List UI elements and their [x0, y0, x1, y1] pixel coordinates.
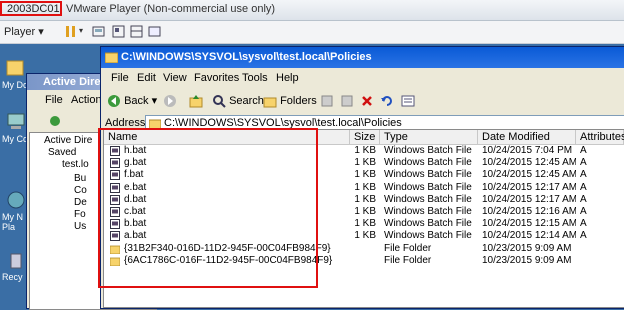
undo-icon[interactable]	[380, 95, 393, 107]
search-button[interactable]: Search	[213, 91, 264, 111]
tree-item[interactable]: Us	[74, 221, 86, 233]
delete-icon[interactable]	[361, 95, 373, 107]
back-label: Back	[124, 95, 149, 107]
column-size[interactable]: Size	[350, 130, 380, 144]
folder-icon	[105, 52, 118, 63]
forward-icon[interactable]	[163, 94, 177, 108]
file-attributes: A	[580, 218, 587, 230]
explorer-menu-bar: File Edit View Favorites Tools Help	[101, 69, 624, 88]
folders-label: Folders	[280, 95, 317, 107]
file-date: 10/24/2015 12:17 AM	[482, 181, 576, 193]
explorer-toolbar: Back ▾ Search Folders	[101, 89, 624, 113]
file-type: Windows Batch File	[384, 193, 472, 205]
file-type: Windows Batch File	[384, 206, 472, 217]
ad-back-icon[interactable]	[49, 115, 61, 127]
fullscreen-icon[interactable]	[148, 25, 161, 38]
file-type: File Folder	[384, 254, 432, 266]
file-size: 1 KB	[354, 181, 376, 193]
explorer-title-bar: C:\WINDOWS\SYSVOL\sysvol\test.local\Poli…	[101, 47, 624, 68]
send-ctrl-alt-del-icon[interactable]	[92, 25, 105, 38]
file-type: Windows Batch File	[384, 181, 472, 193]
highlight-box-host	[0, 1, 62, 16]
file-type: Windows Batch File	[384, 230, 472, 242]
menu-edit[interactable]: Edit	[137, 69, 156, 88]
ad-menu-action[interactable]: Action	[71, 91, 102, 109]
menu-view[interactable]: View	[163, 69, 187, 88]
menu-tools[interactable]: Tools	[242, 69, 268, 88]
vmware-title: VMware Player (Non-commercial use only)	[66, 3, 276, 15]
file-size: 1 KB	[354, 169, 376, 181]
up-folder-icon[interactable]	[189, 94, 203, 108]
file-attributes: A	[580, 193, 587, 205]
menu-file[interactable]: File	[111, 69, 129, 88]
column-attributes[interactable]: Attributes	[576, 130, 624, 144]
file-date: 10/24/2015 12:15 AM	[482, 218, 576, 230]
column-date-modified[interactable]: Date Modified	[478, 130, 576, 144]
copy-to-icon[interactable]	[341, 95, 353, 107]
pause-dropdown-icon[interactable]: ▾	[79, 26, 83, 35]
file-attributes: A	[580, 206, 587, 217]
file-type: Windows Batch File	[384, 169, 472, 181]
menu-favorites[interactable]: Favorites	[194, 69, 239, 88]
file-type: Windows Batch File	[384, 157, 472, 169]
menu-help[interactable]: Help	[276, 69, 299, 88]
file-attributes: A	[580, 157, 587, 169]
file-type: Windows Batch File	[384, 218, 472, 230]
file-type: Windows Batch File	[384, 145, 472, 156]
file-date: 10/23/2015 9:09 AM	[482, 254, 572, 266]
folders-icon	[263, 97, 277, 108]
vmware-toolbar: Player ▾ ▾	[0, 21, 624, 44]
fit-window-icon[interactable]	[112, 25, 125, 38]
file-date: 10/24/2015 12:17 AM	[482, 193, 576, 205]
ad-title: Active Direc	[43, 76, 107, 88]
explorer-title: C:\WINDOWS\SYSVOL\sysvol\test.local\Poli…	[121, 51, 372, 63]
file-date: 10/24/2015 12:14 AM	[482, 230, 576, 242]
views-icon[interactable]	[401, 95, 415, 107]
file-attributes: A	[580, 169, 587, 181]
tree-item[interactable]: Co	[74, 185, 87, 197]
file-attributes: A	[580, 145, 587, 156]
tree-item[interactable]: Bu	[74, 173, 86, 185]
search-icon	[213, 94, 226, 108]
search-label: Search	[229, 95, 264, 107]
player-menu[interactable]: Player ▾	[4, 25, 44, 38]
tree-item[interactable]: Active Dire	[44, 135, 92, 147]
tree-item[interactable]: Fo	[74, 209, 86, 221]
tree-item[interactable]: De	[74, 197, 87, 209]
file-date: 10/24/2015 12:16 AM	[482, 206, 576, 217]
pause-icon[interactable]	[64, 25, 77, 38]
ad-menu-file[interactable]: File	[45, 91, 63, 109]
back-button[interactable]: Back ▾	[107, 91, 157, 111]
file-size: 1 KB	[354, 157, 376, 169]
file-size: 1 KB	[354, 145, 376, 156]
column-type[interactable]: Type	[380, 130, 478, 144]
file-attributes: A	[580, 181, 587, 193]
highlight-box-files	[98, 128, 318, 288]
vmware-title-bar: 2003DC01 VMware Player (Non-commercial u…	[0, 0, 624, 21]
file-size: 1 KB	[354, 230, 376, 242]
file-size: 1 KB	[354, 193, 376, 205]
folders-button[interactable]: Folders	[263, 91, 317, 111]
move-to-icon[interactable]	[321, 95, 333, 107]
file-size: 1 KB	[354, 206, 376, 217]
back-icon	[108, 95, 120, 108]
file-date: 10/24/2015 7:04 PM	[482, 145, 573, 156]
unity-icon[interactable]	[130, 25, 143, 38]
tree-item[interactable]: test.lo	[62, 159, 89, 171]
tree-item[interactable]: Saved	[48, 147, 76, 159]
file-date: 10/24/2015 12:45 AM	[482, 169, 576, 181]
file-date: 10/23/2015 9:09 AM	[482, 242, 572, 254]
file-type: File Folder	[384, 242, 432, 254]
file-attributes: A	[580, 230, 587, 242]
file-size: 1 KB	[354, 218, 376, 230]
file-date: 10/24/2015 12:45 AM	[482, 157, 576, 169]
